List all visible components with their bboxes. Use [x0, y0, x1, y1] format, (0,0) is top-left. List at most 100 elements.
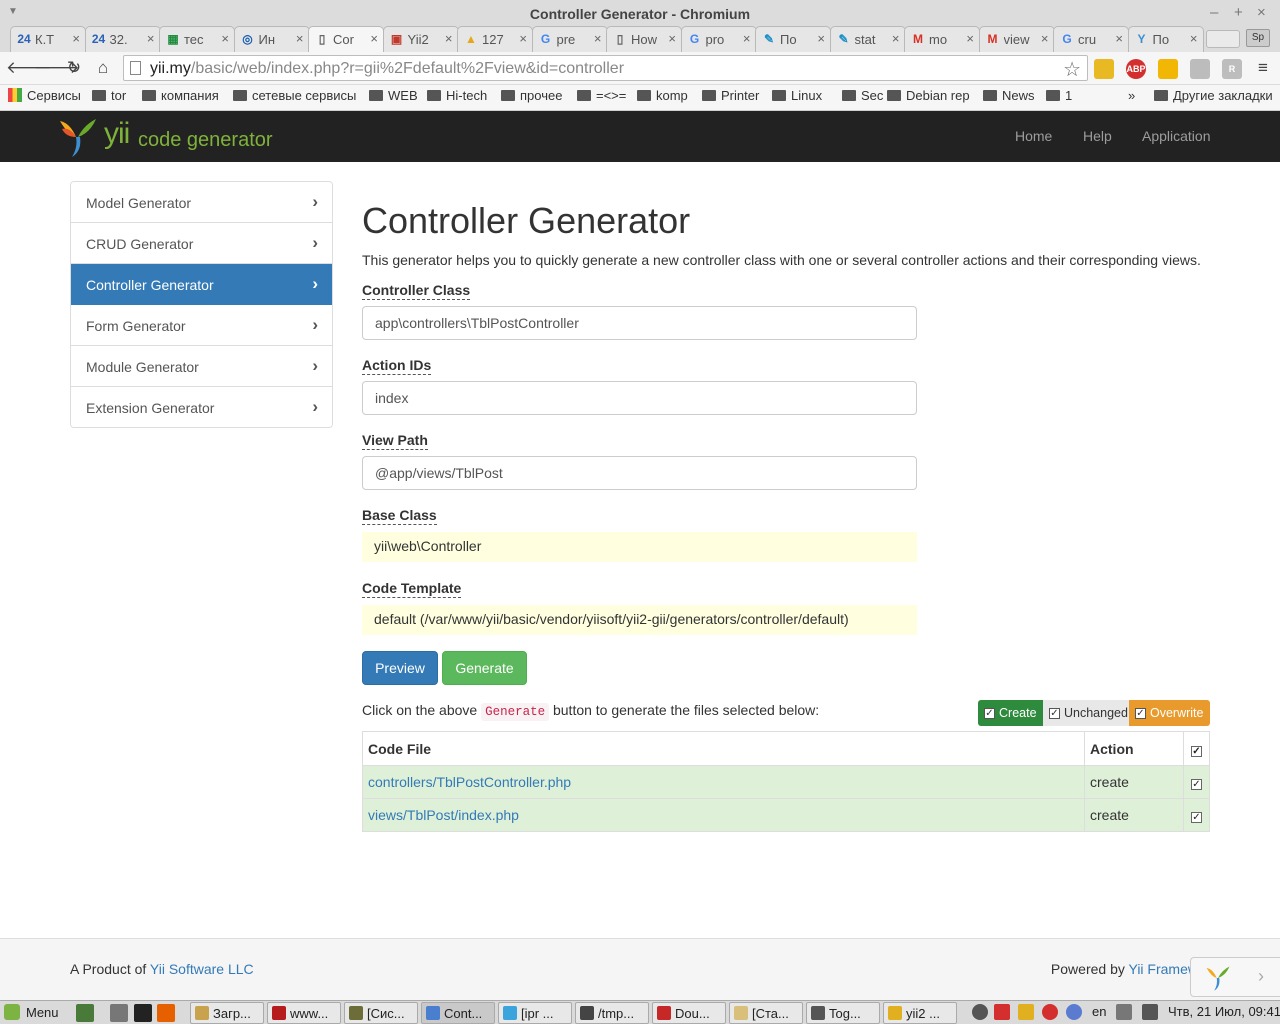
shield-icon[interactable] [1066, 1004, 1082, 1020]
sidebar-item-controller-generator[interactable]: Controller Generator › [71, 264, 332, 305]
chrome-menu-icon[interactable]: ≡ [1252, 57, 1274, 79]
action-ids-label[interactable]: Action IDs [362, 357, 432, 375]
bookmark-folder[interactable]: komp [637, 88, 688, 103]
browser-tab[interactable]: ✎ stat × [829, 26, 906, 52]
tab-close-icon[interactable]: × [147, 31, 155, 46]
bookmark-folder[interactable]: WEB [369, 88, 418, 103]
sidebar-item-form-generator[interactable]: Form Generator › [71, 305, 332, 346]
minimize-icon[interactable]: – [1210, 4, 1218, 21]
debug-toolbar-toggle[interactable]: › [1190, 957, 1280, 997]
reload-icon[interactable]: ↻ [63, 57, 85, 79]
code-template-label[interactable]: Code Template [362, 580, 462, 598]
extension-icon[interactable]: ABP [1126, 59, 1146, 79]
extension-icon[interactable] [1158, 59, 1178, 79]
bookmark-folder[interactable]: Debian rep [887, 88, 970, 103]
code-file-link[interactable]: views/TblPost/index.php [368, 807, 519, 823]
nav-home[interactable]: Home [1015, 128, 1052, 144]
forward-icon[interactable]: 🡒 [34, 57, 80, 79]
preview-button[interactable]: Preview [362, 651, 438, 685]
bookmark-folder[interactable]: 1 [1046, 88, 1072, 103]
taskbar-window-button[interactable]: Cont... [421, 1002, 495, 1024]
address-bar[interactable]: yii.my/basic/web/index.php?r=gii%2Fdefau… [123, 55, 1088, 81]
tab-close-icon[interactable]: × [966, 31, 974, 46]
browser-tab[interactable]: ▦ тес × [159, 26, 235, 52]
code-file-link[interactable]: controllers/TblPostController.php [368, 774, 571, 790]
no-entry-icon[interactable] [1042, 1004, 1058, 1020]
base-class-label[interactable]: Base Class [362, 507, 437, 525]
file-select-checkbox[interactable]: ✓ [1191, 812, 1202, 823]
taskbar-window-button[interactable]: /tmp... [575, 1002, 649, 1024]
view-path-label[interactable]: View Path [362, 432, 428, 450]
bookmark-folder[interactable]: прочее [501, 88, 562, 103]
sidebar-item-model-generator[interactable]: Model Generator › [71, 182, 332, 223]
tab-close-icon[interactable]: × [221, 31, 229, 46]
tab-close-icon[interactable]: × [892, 31, 900, 46]
controller-class-label[interactable]: Controller Class [362, 282, 471, 300]
controller-class-input[interactable] [362, 306, 917, 340]
browser-tab[interactable]: Mmo × [904, 26, 980, 52]
power-icon[interactable] [972, 1004, 988, 1020]
bookmark-star-icon[interactable]: ☆ [1063, 57, 1081, 82]
base-class-value[interactable]: yii\web\Controller [362, 532, 917, 562]
bookmark-folder[interactable]: Linux [772, 88, 822, 103]
bookmark-folder[interactable]: Sec [842, 88, 883, 103]
maximize-icon[interactable]: + [1234, 4, 1243, 21]
new-tab-button[interactable] [1206, 30, 1240, 48]
browser-tab[interactable]: 24 32. × [84, 26, 161, 52]
select-all-checkbox[interactable]: ✓ [1191, 745, 1202, 757]
bookmark-folder[interactable]: News [983, 88, 1035, 103]
legend-create-toggle[interactable]: ✓ Create [978, 700, 1043, 726]
start-menu-button[interactable]: Menu [4, 1004, 59, 1020]
tab-close-icon[interactable]: × [370, 31, 378, 46]
legend-unchanged-toggle[interactable]: ✓ Unchanged [1043, 700, 1129, 726]
bookmark-folder[interactable]: Printer [702, 88, 759, 103]
files-icon[interactable] [110, 1004, 128, 1022]
tab-close-icon[interactable]: × [668, 31, 676, 46]
close-window-icon[interactable]: × [1257, 4, 1266, 21]
clock[interactable]: Чтв, 21 Июл, 09:41 [1168, 1004, 1280, 1019]
show-desktop-icon[interactable] [76, 1004, 94, 1022]
tab-close-icon[interactable]: × [1115, 31, 1123, 46]
nav-help[interactable]: Help [1083, 128, 1112, 144]
generate-button[interactable]: Generate [442, 651, 527, 685]
browser-tab[interactable]: ◎ Ин × [233, 26, 310, 52]
browser-tab[interactable]: ▯ How × [606, 26, 682, 52]
tab-close-icon[interactable]: × [72, 31, 80, 46]
bookmark-folder[interactable]: tor [92, 88, 126, 103]
browser-tab[interactable]: ▣ Yii2 × [382, 26, 459, 52]
folder-tray-icon[interactable] [1018, 1004, 1034, 1020]
volume-icon[interactable] [1116, 1004, 1132, 1020]
browser-tab[interactable]: ▲ 127 × [457, 26, 533, 52]
tab-close-icon[interactable]: × [1041, 31, 1049, 46]
bookmark-folder[interactable]: Hi-tech [427, 88, 487, 103]
taskbar-window-button[interactable]: www... [267, 1002, 341, 1024]
browser-tab[interactable]: Y По × [1127, 26, 1204, 52]
tab-close-icon[interactable]: × [594, 31, 602, 46]
view-path-input[interactable] [362, 456, 917, 490]
firefox-icon[interactable] [157, 1004, 175, 1022]
yii-software-link[interactable]: Yii Software LLC [150, 961, 254, 977]
browser-tab[interactable]: Mview × [978, 26, 1055, 52]
action-ids-input[interactable] [362, 381, 917, 415]
sidebar-item-crud-generator[interactable]: CRUD Generator › [71, 223, 332, 264]
extension-icon[interactable] [1190, 59, 1210, 79]
home-icon[interactable]: ⌂ [92, 57, 114, 79]
bookmark-apps[interactable]: Сервисы [8, 88, 81, 103]
taskbar-window-button[interactable]: [ipr ... [498, 1002, 572, 1024]
bookmark-folder[interactable]: =<>= [577, 88, 626, 103]
taskbar-window-button[interactable]: Tog... [806, 1002, 880, 1024]
sidebar-item-extension-generator[interactable]: Extension Generator › [71, 387, 332, 427]
nav-application[interactable]: Application [1142, 128, 1211, 144]
bookmark-folder[interactable]: компания [142, 88, 219, 103]
bookmark-folder[interactable]: сетевые сервисы [233, 88, 356, 103]
taskbar-window-button[interactable]: Загр... [190, 1002, 264, 1024]
yii-framework-link[interactable]: Yii Framew [1129, 961, 1199, 977]
bookmark-other[interactable]: Другие закладки [1154, 88, 1273, 103]
extension-icon[interactable] [1094, 59, 1114, 79]
tab-close-icon[interactable]: × [743, 31, 751, 46]
x-app-icon[interactable] [994, 1004, 1010, 1020]
tab-close-icon[interactable]: × [817, 31, 825, 46]
terminal-icon[interactable] [134, 1004, 152, 1022]
code-template-value[interactable]: default (/var/www/yii/basic/vendor/yiiso… [362, 605, 917, 635]
taskbar-window-button[interactable]: yii2 ... [883, 1002, 957, 1024]
